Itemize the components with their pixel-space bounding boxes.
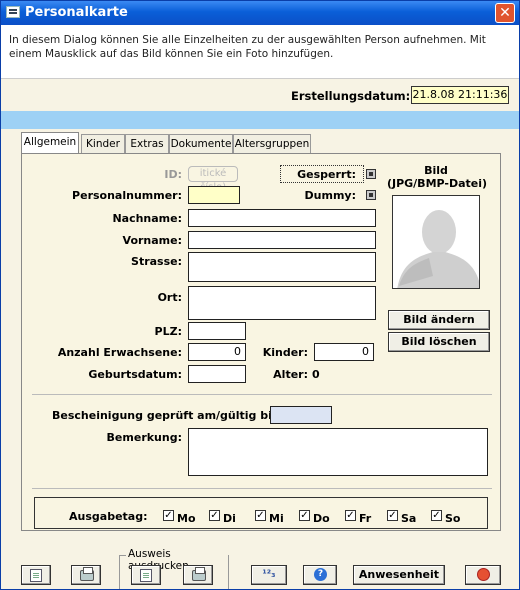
- geburtsdatum-label: Geburtsdatum:: [88, 368, 182, 381]
- printer-icon: [80, 567, 94, 581]
- bescheinigung-label: Bescheinigung geprüft am/gültig bis:: [52, 409, 283, 422]
- window-title: Personalkarte: [25, 5, 128, 20]
- gesperrt-checkbox[interactable]: [366, 169, 376, 179]
- creation-date-bar: Erstellungsdatum: 21.8.08 21:11:36: [1, 79, 519, 111]
- day-label-sa: Sa: [401, 512, 417, 525]
- ort-label: Ort:: [157, 291, 182, 304]
- print-button[interactable]: [71, 565, 101, 585]
- bottom-toolbar: Ausweis ausdrucken ¹²₃ ? Anwesenheit: [1, 541, 519, 589]
- bescheinigung-input[interactable]: [270, 406, 332, 424]
- help-icon: ?: [314, 568, 327, 581]
- nachname-input[interactable]: [188, 209, 376, 227]
- bemerkung-label: Bemerkung:: [106, 431, 182, 444]
- kinder-input[interactable]: 0: [314, 343, 374, 361]
- strasse-input[interactable]: [188, 252, 376, 282]
- personalnummer-input[interactable]: [188, 186, 240, 204]
- day-label-mo: Mo: [177, 512, 196, 525]
- form-icon: [6, 6, 20, 18]
- new-record-button[interactable]: [21, 565, 51, 585]
- exit-button[interactable]: [465, 565, 501, 585]
- numbering-button[interactable]: ¹²₃: [251, 565, 287, 585]
- id-label: ID:: [164, 168, 182, 181]
- vorname-input[interactable]: [188, 231, 376, 249]
- title-bar[interactable]: Personalkarte ✕: [1, 1, 519, 25]
- bemerkung-input[interactable]: [188, 428, 488, 476]
- bild-subtitle: (JPG/BMP-Datei): [386, 177, 488, 190]
- power-icon: [477, 568, 490, 581]
- geburtsdatum-input[interactable]: [188, 365, 246, 383]
- numbering-icon: ¹²₃: [262, 569, 276, 580]
- gesperrt-label: Gesperrt:: [297, 168, 356, 181]
- bild-aendern-button[interactable]: Bild ändern: [388, 310, 490, 330]
- close-button[interactable]: ✕: [495, 3, 515, 23]
- ort-input[interactable]: [188, 286, 376, 320]
- divider: [32, 394, 492, 395]
- creation-date-label: Erstellungsdatum:: [291, 89, 411, 103]
- accent-bar: [1, 111, 519, 129]
- plz-label: PLZ:: [154, 325, 182, 338]
- tab-kinder[interactable]: Kinder: [81, 134, 125, 154]
- plz-input[interactable]: [188, 322, 246, 340]
- tab-allgemein[interactable]: Allgemein: [21, 132, 79, 154]
- dummy-checkbox[interactable]: [366, 190, 376, 200]
- nachname-label: Nachname:: [112, 212, 182, 225]
- personalkarte-window: Personalkarte ✕ In diesem Dialog können …: [0, 0, 520, 590]
- divider: [32, 488, 492, 489]
- creation-date-value: 21.8.08 21:11:36: [411, 86, 509, 104]
- day-checkbox-mi[interactable]: ✓: [255, 510, 266, 521]
- anzahl-erwachsene-label: Anzahl Erwachsene:: [57, 346, 182, 359]
- tab-dokumente[interactable]: Dokumente: [169, 134, 233, 154]
- bild-loeschen-button[interactable]: Bild löschen: [388, 332, 490, 352]
- dummy-label: Dummy:: [304, 189, 356, 202]
- document-icon: [30, 569, 42, 582]
- day-checkbox-so[interactable]: ✓: [431, 510, 442, 521]
- person-silhouette-icon: [397, 210, 479, 288]
- day-label-so: So: [445, 512, 461, 525]
- personalnummer-label: Personalnummer:: [72, 189, 182, 202]
- alter-label: Alter:: [273, 368, 308, 381]
- bild-title: Bild: [424, 164, 448, 177]
- ausgabetag-label: Ausgabetag:: [69, 510, 148, 523]
- help-button[interactable]: ?: [303, 565, 337, 585]
- document-icon: [140, 569, 152, 582]
- day-label-do: Do: [313, 512, 330, 525]
- printer-icon: [192, 567, 206, 581]
- tab-altersgruppen[interactable]: Altersgruppen: [233, 134, 311, 154]
- day-label-mi: Mi: [269, 512, 284, 525]
- day-checkbox-fr[interactable]: ✓: [345, 510, 356, 521]
- tab-extras[interactable]: Extras: [125, 134, 169, 154]
- day-label-di: Di: [223, 512, 236, 525]
- intro-text: In diesem Dialog können Sie alle Einzelh…: [1, 25, 519, 79]
- kinder-label: Kinder:: [262, 346, 308, 359]
- anwesenheit-button[interactable]: Anwesenheit: [353, 565, 445, 585]
- tab-panel-allgemein: ID: itické číslo) Gesperrt: Personalnumm…: [21, 153, 501, 531]
- day-checkbox-do[interactable]: ✓: [299, 510, 310, 521]
- anzahl-erwachsene-input[interactable]: 0: [188, 343, 246, 361]
- day-checkbox-mo[interactable]: ✓: [163, 510, 174, 521]
- id-field: itické číslo): [188, 166, 238, 193]
- alter-value: 0: [312, 368, 320, 381]
- day-label-fr: Fr: [359, 512, 372, 525]
- ausweis-print-button[interactable]: [183, 565, 213, 585]
- ausweis-preview-button[interactable]: [131, 565, 161, 585]
- day-checkbox-di[interactable]: ✓: [209, 510, 220, 521]
- strasse-label: Strasse:: [131, 255, 182, 268]
- ausgabetag-group: Ausgabetag: ✓ Mo ✓ Di ✓ Mi ✓ Do ✓ Fr ✓ S…: [34, 497, 488, 529]
- vorname-label: Vorname:: [122, 234, 182, 247]
- photo-image[interactable]: [392, 195, 480, 289]
- day-checkbox-sa[interactable]: ✓: [387, 510, 398, 521]
